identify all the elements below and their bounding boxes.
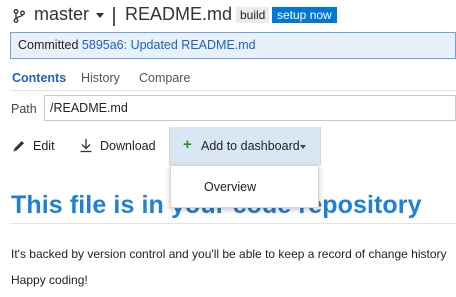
add-to-dashboard-button[interactable]: + Add to dashboard: [169, 127, 321, 165]
add-to-dashboard-menu: Overview: [170, 165, 319, 208]
download-icon: [79, 138, 93, 153]
download-label: Download: [100, 139, 156, 153]
setup-now-badge[interactable]: setup now: [272, 7, 337, 23]
git-branch-icon[interactable]: [13, 9, 25, 23]
header-divider: [113, 7, 115, 26]
tab-contents[interactable]: Contents: [12, 71, 66, 85]
chevron-down-icon: [300, 145, 306, 149]
path-label: Path: [11, 102, 37, 116]
file-tabs: Contents History Compare: [0, 68, 456, 88]
plus-icon: +: [183, 136, 192, 153]
file-header: master README.md build setup now: [0, 0, 456, 32]
readme-paragraph: It's backed by version control and you'l…: [11, 247, 447, 261]
download-button[interactable]: Download: [70, 127, 166, 165]
tabs-divider: [10, 90, 456, 91]
tab-compare[interactable]: Compare: [139, 71, 190, 85]
readme-paragraph: Happy coding!: [11, 273, 88, 287]
file-toolbar: Edit Download + Add to dashboard: [0, 127, 456, 165]
pencil-icon: [12, 139, 26, 153]
menu-item-overview[interactable]: Overview: [171, 172, 318, 202]
edit-button[interactable]: Edit: [0, 127, 66, 165]
edit-label: Edit: [33, 139, 55, 153]
commit-link[interactable]: 5895a6: Updated README.md: [82, 38, 256, 52]
chevron-down-icon[interactable]: [96, 13, 104, 18]
build-badge[interactable]: build: [236, 7, 270, 23]
heading-divider: [10, 223, 456, 224]
file-name: README.md: [125, 4, 233, 24]
commit-banner: Committed 5895a6: Updated README.md: [10, 32, 456, 59]
tab-history[interactable]: History: [81, 71, 120, 85]
branch-selector[interactable]: master: [34, 4, 89, 25]
path-input[interactable]: /README.md: [44, 95, 456, 121]
commit-label: Committed: [18, 38, 79, 52]
add-to-dashboard-label: Add to dashboard: [201, 139, 300, 153]
